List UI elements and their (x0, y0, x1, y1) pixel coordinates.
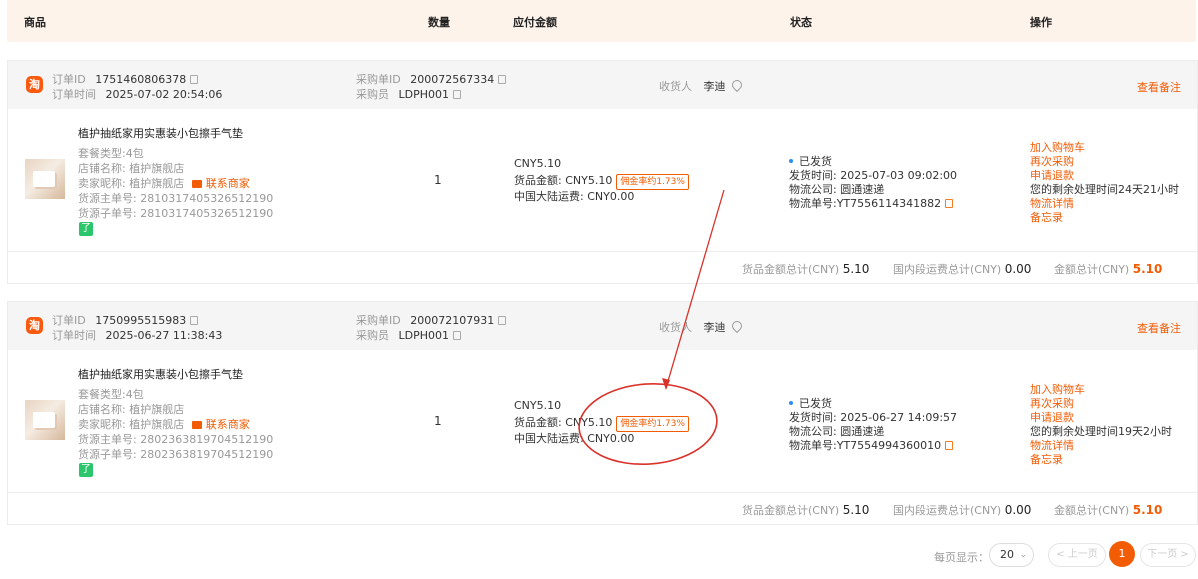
purchase-no: 200072567334 (410, 73, 495, 86)
order-card: 淘 订单ID 1750995515983 订单时间 2025-06-27 11:… (7, 301, 1198, 525)
product-thumbnail[interactable] (25, 400, 65, 440)
purchase-no: 200072107931 (410, 314, 495, 327)
product-title[interactable]: 植护抽纸家用实惠装小包擦手气垫 (78, 125, 243, 141)
prev-page-button[interactable]: < 上一页 (1048, 543, 1106, 567)
current-page[interactable]: 1 (1109, 541, 1135, 567)
buyer-row: 采购员 LDPH001 (356, 86, 461, 102)
shop-name-row: 店铺名称: 植护旗舰店 (78, 162, 185, 175)
per-page-label: 每页显示： (934, 551, 989, 564)
copy-icon[interactable] (190, 75, 199, 84)
buyer: LDPH001 (398, 88, 450, 101)
order-footer: 货品金额总计(CNY) 5.10 国内段运费总计(CNY) 0.00 金额总计(… (8, 251, 1197, 284)
package-type-row: 套餐类型:4包 (78, 388, 144, 401)
col-status: 状态 (790, 16, 812, 29)
contact-seller-button[interactable]: 联系商家 (191, 177, 250, 190)
quantity: 1 (434, 414, 442, 428)
receiver-row: 收货人 李迪 (659, 318, 744, 335)
seller-name-row: 卖家昵称: 植护旗舰店 联系商家 (78, 177, 250, 190)
seller-name-row: 卖家昵称: 植护旗舰店 联系商家 (78, 418, 250, 431)
order-time: 2025-06-27 11:38:43 (105, 329, 223, 342)
shop-name-row: 店铺名称: 植护旗舰店 (78, 403, 185, 416)
chat-icon (191, 180, 202, 188)
chevron-down-icon: ⌄ (1019, 550, 1027, 560)
copy-icon[interactable] (190, 316, 199, 325)
green-badge-icon: 了 (79, 222, 93, 236)
source-sub-row: 货源子单号: 2802363819704512190 (78, 448, 274, 461)
goods-total: 货品金额总计(CNY) 5.10 (742, 262, 870, 276)
order-footer: 货品金额总计(CNY) 5.10 国内段运费总计(CNY) 0.00 金额总计(… (8, 492, 1197, 525)
chat-icon (191, 421, 202, 429)
order-time: 2025-07-02 20:54:06 (105, 88, 223, 101)
order-id-row: 订单ID 1750995515983 (52, 312, 199, 328)
taobao-icon: 淘 (26, 76, 43, 93)
col-amount: 应付金额 (513, 16, 557, 29)
product-title[interactable]: 植护抽纸家用实惠装小包擦手气垫 (78, 366, 243, 382)
per-page-select[interactable]: 20 ⌄ (989, 543, 1034, 567)
memo-link[interactable]: 备忘录 (1030, 209, 1063, 225)
view-note-link[interactable]: 查看备注 (1137, 320, 1181, 336)
source-main-row: 货源主单号: 2810317405326512190 (78, 192, 274, 205)
receiver: 李迪 (703, 80, 726, 93)
location-pin-icon[interactable] (729, 77, 744, 93)
domestic-total: 国内段运费总计(CNY) 0.00 (893, 503, 1032, 517)
order-header: 淘 订单ID 1751460806378 订单时间 2025-07-02 20:… (8, 61, 1197, 109)
amount: CNY5.10 (514, 399, 562, 412)
status-dot-icon (789, 401, 793, 405)
copy-icon[interactable] (453, 90, 461, 99)
shipping-row: 中国大陆运费: CNY0.00 (514, 190, 635, 203)
order-time-row: 订单时间 2025-07-02 20:54:06 (52, 88, 223, 101)
grand-total: 金额总计(CNY) 5.10 (1054, 503, 1163, 517)
buyer: LDPH001 (398, 329, 450, 342)
source-main-row: 货源主单号: 2802363819704512190 (78, 433, 274, 446)
buyer-row: 采购员 LDPH001 (356, 327, 461, 343)
tracking-no-row: 物流单号:YT7556114341882 (789, 195, 954, 211)
receiver: 李迪 (703, 321, 726, 334)
next-page-button[interactable]: 下一页 > (1140, 543, 1196, 567)
order-body: 植护抽纸家用实惠装小包擦手气垫 套餐类型:4包 店铺名称: 植护旗舰店 卖家昵称… (8, 109, 1197, 251)
quantity: 1 (434, 173, 442, 187)
amount: CNY5.10 (514, 157, 562, 170)
order-card: 淘 订单ID 1751460806378 订单时间 2025-07-02 20:… (7, 60, 1198, 284)
memo-link[interactable]: 备忘录 (1030, 451, 1063, 467)
order-time-row: 订单时间 2025-06-27 11:38:43 (52, 329, 223, 342)
purchase-no-row: 采购单ID 200072567334 (356, 71, 507, 87)
domestic-total: 国内段运费总计(CNY) 0.00 (893, 262, 1032, 276)
location-pin-icon[interactable] (729, 318, 744, 334)
shipping-row: 中国大陆运费: CNY0.00 (514, 432, 635, 445)
order-id-row: 订单ID 1751460806378 (52, 71, 199, 87)
order-header: 淘 订单ID 1750995515983 订单时间 2025-06-27 11:… (8, 302, 1197, 350)
copy-icon[interactable] (453, 331, 461, 340)
col-qty: 数量 (428, 16, 450, 29)
copy-icon[interactable] (498, 316, 507, 325)
green-badge-icon: 了 (79, 463, 93, 477)
product-thumbnail[interactable] (25, 159, 65, 199)
goods-total: 货品金额总计(CNY) 5.10 (742, 503, 870, 517)
copy-icon[interactable] (945, 441, 954, 450)
purchase-no-row: 采购单ID 200072107931 (356, 312, 507, 328)
view-note-link[interactable]: 查看备注 (1137, 79, 1181, 95)
copy-icon[interactable] (945, 199, 954, 208)
taobao-icon: 淘 (26, 317, 43, 334)
status-dot-icon (789, 159, 793, 163)
receiver-row: 收货人 李迪 (659, 77, 744, 94)
copy-icon[interactable] (498, 75, 507, 84)
col-product: 商品 (24, 16, 46, 29)
grand-total: 金额总计(CNY) 5.10 (1054, 262, 1163, 276)
contact-seller-button[interactable]: 联系商家 (191, 418, 250, 431)
table-header: 商品 数量 应付金额 状态 操作 (7, 0, 1196, 42)
order-id: 1751460806378 (95, 73, 187, 86)
tracking-no-row: 物流单号:YT7554994360010 (789, 437, 954, 453)
source-sub-row: 货源子单号: 2810317405326512190 (78, 207, 274, 220)
order-body: 植护抽纸家用实惠装小包擦手气垫 套餐类型:4包 店铺名称: 植护旗舰店 卖家昵称… (8, 350, 1197, 492)
package-type-row: 套餐类型:4包 (78, 147, 144, 160)
col-action: 操作 (1030, 16, 1052, 29)
order-id: 1750995515983 (95, 314, 187, 327)
